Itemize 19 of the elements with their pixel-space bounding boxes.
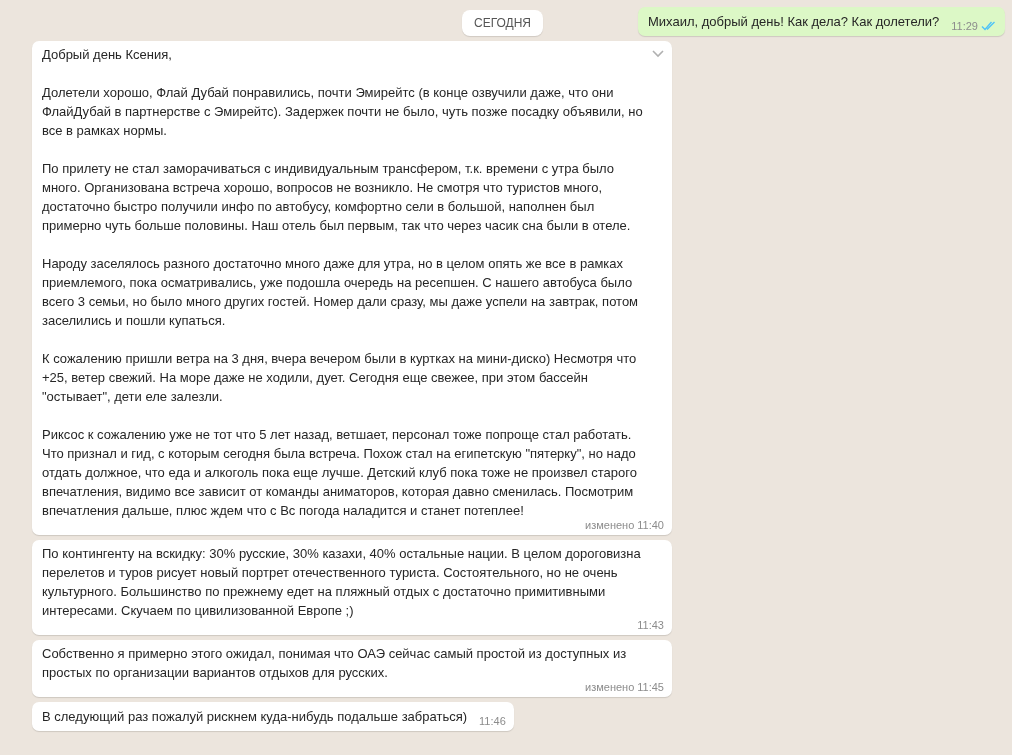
message-time: 11:40: [637, 518, 664, 532]
message-text: Добрый день Ксения,: [42, 46, 173, 64]
message-time: 11:29: [951, 19, 978, 33]
message-time: 11:43: [637, 618, 664, 632]
message-time: 11:45: [637, 680, 664, 694]
message-text: По контингенту на вскидку: 30% русские, 30% казахи, 40% остальные нации. В целом дороговизна перелетов и туров рисует новый портрет отечественного туриста. Состоятельного, но не очень культурного. Большинство по прежнему едет на пляжный отдых с достаточно примитивными интересами. Скучаем по цивилизованной Европе ;): [42, 545, 642, 620]
message-text: В следующий раз пожалуй рискнем куда-нибудь подальше забраться): [42, 708, 468, 726]
edited-label: изменено: [585, 518, 635, 532]
edited-label: изменено: [585, 680, 635, 694]
message-text: К сожалению пришли ветра на 3 дня, вчера вечером были в куртках на мини-диско) Несмотря что +25, ветер свежий. На море даже не ходили, дует. Сегодня еще свежее, при этом бассейн "остывает", дети еле залезли.: [42, 350, 638, 406]
message-text: Риксос к сожалению уже не тот что 5 лет назад, ветшает, персонал тоже попроще стал работать. Что признал и гид, с которым сегодня была встреча. Похож стал на египетскую "пятерку", но надо отдать должное, что еда и алкоголь пока еще лучше. Детский клуб пока тоже не произвел старого впечатления, видимо все зависит от команды аниматоров, которая давно сменилась. Посмотрим впечатления дальше, плюс ждем что с Вс погода наладится и станет потеплее!: [42, 426, 638, 520]
message-text: Собственно я примерно этого ожидал, понимая что ОАЭ сейчас самый простой из доступных из простых по организации вариантов отдыхов для русских.: [42, 645, 628, 682]
message-text: Михаил, добрый день! Как дела? Как долетели?: [648, 13, 940, 31]
chevron-down-icon[interactable]: [652, 50, 664, 58]
message-text: Народу заселялось разного достаточно много даже для утра, но в целом опять же все в рамках приемлемого, пока осматривались, уже подошла очередь на ресепшен. С нашего автобуса было всего 3 семьи, но было много других гостей. Номер дали сразу, мы даже успели на завтрак, потом заселились и пошли купаться.: [42, 255, 640, 330]
message-text: По прилету не стал заморачиваться с индивидуальным трансфером, т.к. времени с утра было много. Организована встреча хорошо, вопросов не возникло. Не смотря что туристов много, достаточно быстро получили инфо по автобусу, комфортно сели в большой, наполнен был примерно чуть больше половины. Наш отель был первым, так что через часик сна были в отеле.: [42, 160, 632, 235]
date-divider: СЕГОДНЯ: [462, 10, 543, 36]
message-time: 11:46: [479, 714, 506, 728]
message-text: Долетели хорошо, Флай Дубай понравились, почти Эмирейтс (в конце озвучили даже, что они ФлайДубай в партнерстве с Эмирейтс). Задержек почти не было, чуть позже посадку объявили, но все в рамках нормы.: [42, 84, 644, 140]
